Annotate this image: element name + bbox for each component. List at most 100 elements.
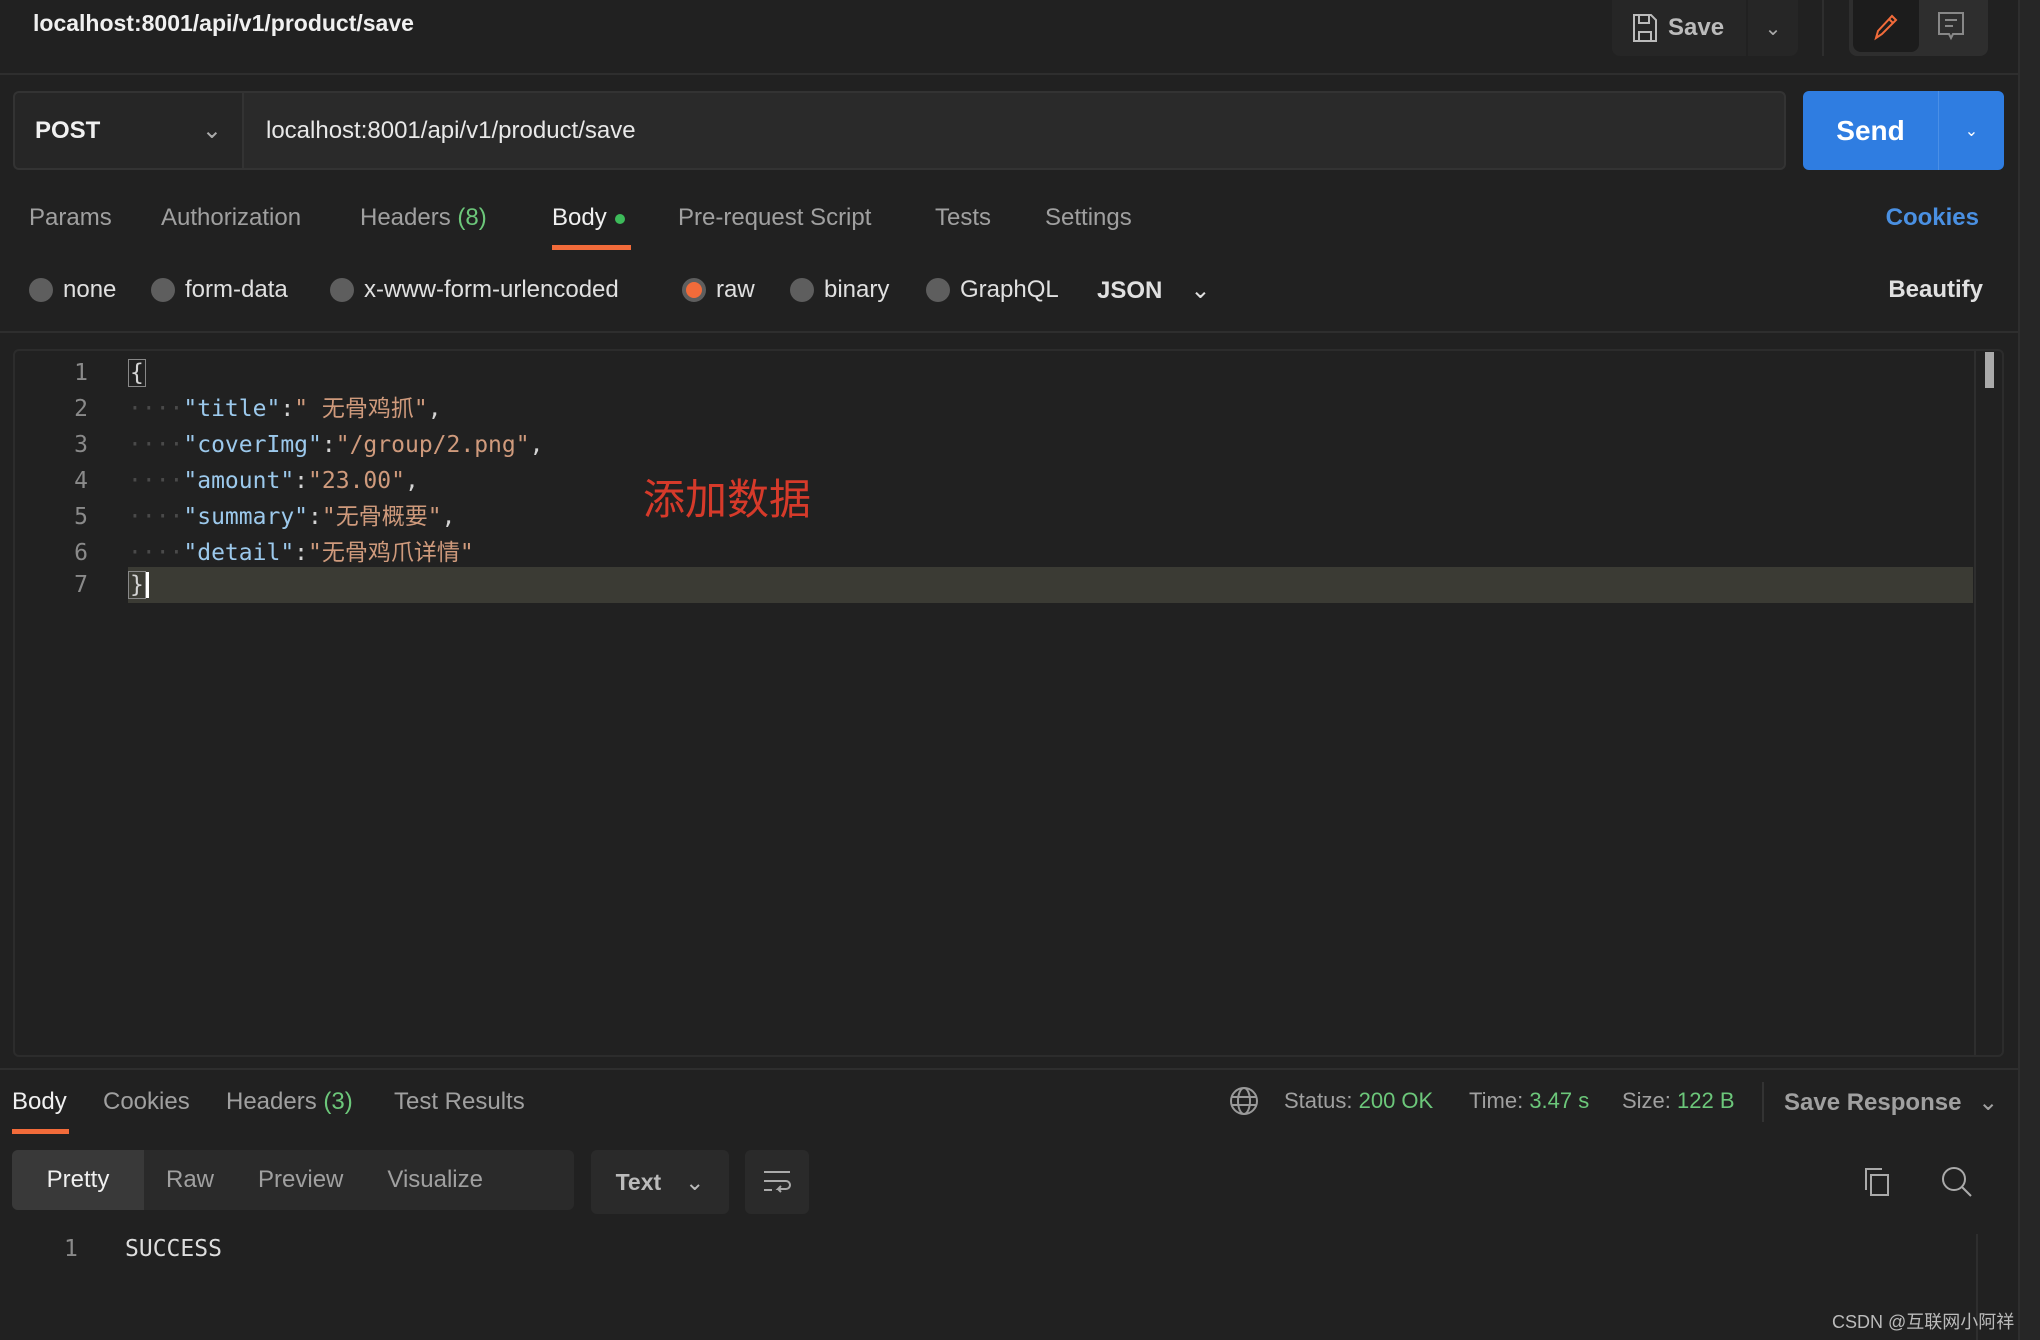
method-select[interactable]: POST ⌄ bbox=[13, 91, 242, 170]
view-visualize[interactable]: Visualize bbox=[365, 1150, 505, 1210]
radio-selected-icon bbox=[682, 278, 706, 302]
format-label: Text bbox=[615, 1168, 662, 1195]
save-options-chevron-icon[interactable]: ⌄ bbox=[1748, 16, 1798, 41]
headers-count: (3) bbox=[323, 1088, 353, 1115]
response-tab-test-results[interactable]: Test Results bbox=[394, 1088, 525, 1116]
edit-pencil-icon[interactable] bbox=[1853, 0, 1919, 52]
line-number: 4 bbox=[74, 468, 88, 494]
response-tab-cookies[interactable]: Cookies bbox=[103, 1088, 190, 1116]
save-button[interactable]: Save bbox=[1612, 0, 1748, 56]
code-line: 1{ bbox=[15, 355, 2002, 391]
divider bbox=[1762, 1082, 1764, 1122]
globe-icon[interactable] bbox=[1229, 1086, 1259, 1116]
radio-label: GraphQL bbox=[960, 276, 1059, 303]
tab-label: Headers bbox=[226, 1088, 317, 1115]
radio-icon bbox=[151, 278, 175, 302]
time-readout: Time: 3.47 s bbox=[1469, 1088, 1589, 1114]
status-readout: Status: 200 OK bbox=[1284, 1088, 1433, 1114]
json-value: "/group/2.png" bbox=[335, 432, 530, 458]
radio-raw[interactable]: raw bbox=[682, 276, 755, 304]
tab-tests[interactable]: Tests bbox=[935, 204, 991, 232]
line-number: 1 bbox=[74, 360, 88, 386]
line-number: 5 bbox=[74, 504, 88, 530]
wrap-lines-button[interactable] bbox=[745, 1150, 809, 1214]
copy-icon[interactable] bbox=[1862, 1166, 1892, 1198]
response-tab-headers[interactable]: Headers (3) bbox=[226, 1088, 353, 1116]
radio-label: raw bbox=[716, 276, 755, 303]
beautify-link[interactable]: Beautify bbox=[1888, 276, 1983, 304]
json-key: "title" bbox=[183, 396, 281, 422]
floppy-disk-icon bbox=[1633, 14, 1657, 42]
radio-none[interactable]: none bbox=[29, 276, 116, 304]
line-number: 7 bbox=[74, 572, 88, 598]
tab-headers[interactable]: Headers (8) bbox=[360, 204, 487, 232]
search-icon[interactable] bbox=[1940, 1165, 1974, 1199]
tab-params[interactable]: Params bbox=[29, 204, 112, 232]
line-number: 2 bbox=[74, 396, 88, 422]
annotation-text: 添加数据 bbox=[643, 476, 812, 523]
comma: , bbox=[441, 504, 456, 530]
send-options-chevron-icon[interactable]: ⌄ bbox=[1939, 91, 2004, 170]
radio-graphql[interactable]: GraphQL bbox=[926, 276, 1059, 304]
radio-label: binary bbox=[824, 276, 890, 303]
radio-icon bbox=[926, 278, 950, 302]
view-raw[interactable]: Raw bbox=[144, 1150, 236, 1210]
format-label: JSON bbox=[1097, 276, 1163, 304]
divider bbox=[1822, 0, 1824, 56]
view-mode-toggle bbox=[1849, 0, 1988, 56]
code-editor[interactable]: 1{ 2 ····"title":" 无骨鸡抓", 3 ····"coverImg"… bbox=[13, 349, 2004, 1057]
save-label: Save bbox=[1668, 14, 1725, 41]
tab-body[interactable]: Body bbox=[552, 204, 625, 232]
editor-scrollbar-track[interactable] bbox=[1974, 351, 1976, 1055]
code-text: ····"coverImg":"/group/2.png", bbox=[128, 432, 544, 458]
format-select[interactable]: JSON ⌄ bbox=[1097, 276, 1210, 305]
chevron-down-icon: ⌄ bbox=[201, 117, 222, 144]
wrap-icon bbox=[764, 1171, 791, 1193]
chevron-down-icon: ⌄ bbox=[1978, 1089, 1999, 1116]
tab-authorization[interactable]: Authorization bbox=[161, 204, 301, 232]
json-value: " 无骨鸡抓" bbox=[294, 396, 428, 422]
url-input[interactable]: localhost:8001/api/v1/product/save bbox=[242, 91, 1786, 170]
response-line-number: 1 bbox=[64, 1236, 78, 1262]
code-text: ····"detail":"无骨鸡爪详情" bbox=[128, 540, 474, 566]
modified-dot-icon bbox=[614, 213, 625, 224]
radio-binary[interactable]: binary bbox=[790, 276, 889, 304]
line-number: 6 bbox=[74, 540, 88, 566]
right-panel-edge bbox=[2018, 0, 2040, 1340]
comma: , bbox=[427, 396, 442, 422]
active-tab-underline bbox=[552, 245, 631, 250]
divider bbox=[0, 331, 2018, 333]
response-view-tabs: Pretty Raw Preview Visualize bbox=[12, 1150, 574, 1210]
response-format-select[interactable]: Text ⌄ bbox=[591, 1150, 729, 1214]
view-preview[interactable]: Preview bbox=[236, 1150, 365, 1210]
radio-icon bbox=[29, 278, 53, 302]
editor-scrollbar-thumb[interactable] bbox=[1985, 352, 1994, 388]
brace: { bbox=[128, 359, 146, 387]
headers-count: (8) bbox=[457, 204, 487, 231]
tab-settings[interactable]: Settings bbox=[1045, 204, 1132, 232]
json-key: "amount" bbox=[183, 468, 295, 494]
radio-label: none bbox=[63, 276, 117, 303]
radio-urlencoded[interactable]: x-www-form-urlencoded bbox=[330, 276, 619, 304]
code-line: 5 ····"summary":"无骨概要", bbox=[15, 499, 2002, 535]
view-pretty[interactable]: Pretty bbox=[12, 1150, 144, 1210]
json-key: "detail" bbox=[183, 540, 295, 566]
code-text: ····"title":" 无骨鸡抓", bbox=[128, 396, 442, 422]
watermark: CSDN @互联网小阿祥 bbox=[1832, 1312, 2015, 1332]
comment-icon[interactable] bbox=[1919, 0, 1985, 52]
size-value: 122 B bbox=[1677, 1088, 1735, 1113]
save-response-button[interactable]: Save Response ⌄ bbox=[1784, 1088, 1998, 1117]
radio-icon bbox=[790, 278, 814, 302]
time-label: Time: bbox=[1469, 1088, 1524, 1113]
cookies-link[interactable]: Cookies bbox=[1886, 204, 1979, 232]
radio-label: form-data bbox=[185, 276, 288, 303]
tab-label: Body bbox=[552, 204, 607, 231]
code-text: { bbox=[128, 355, 146, 391]
radio-form-data[interactable]: form-data bbox=[151, 276, 288, 304]
code-text: ····"summary":"无骨概要", bbox=[128, 504, 456, 530]
send-button[interactable]: Send bbox=[1803, 91, 1939, 170]
tab-pre-request-script[interactable]: Pre-request Script bbox=[678, 204, 871, 232]
response-tab-body[interactable]: Body bbox=[12, 1088, 67, 1116]
active-tab-underline bbox=[12, 1129, 69, 1134]
json-key: "summary" bbox=[183, 504, 309, 530]
